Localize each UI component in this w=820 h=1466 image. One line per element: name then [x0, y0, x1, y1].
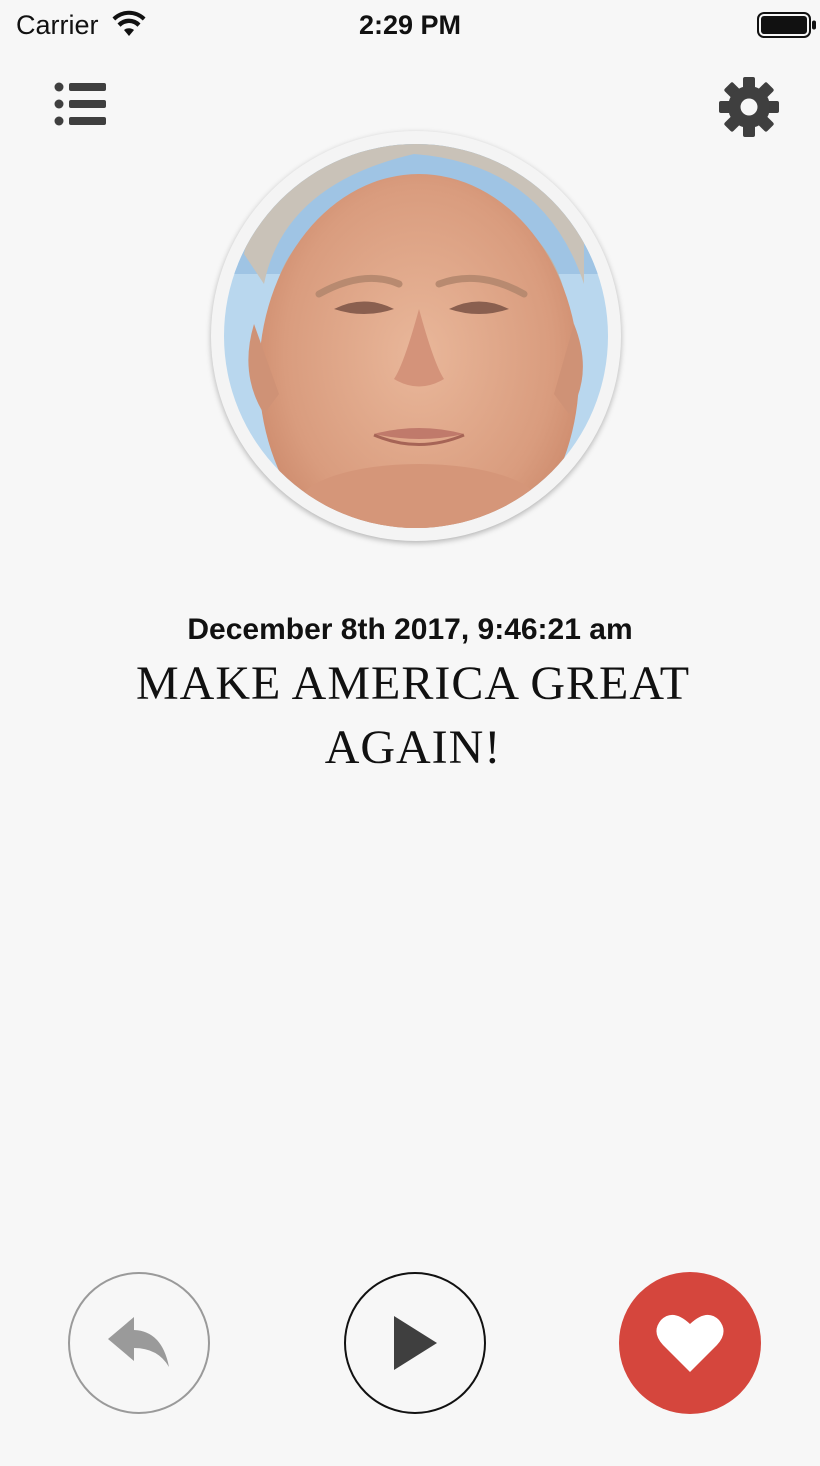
- profile-photo: [224, 144, 608, 528]
- play-icon: [394, 1316, 437, 1370]
- settings-button[interactable]: [716, 74, 782, 140]
- like-button[interactable]: [619, 1272, 761, 1414]
- battery-icon: [757, 12, 816, 38]
- menu-button[interactable]: [50, 78, 114, 130]
- gear-icon: [719, 77, 779, 137]
- heart-icon: [656, 1314, 724, 1372]
- list-icon: [54, 82, 106, 126]
- tweet-timestamp: December 8th 2017, 9:46:21 am: [187, 613, 633, 646]
- reply-arrow-icon: [108, 1317, 169, 1367]
- play-button[interactable]: [344, 1272, 486, 1414]
- status-time: 2:29 PM: [358, 10, 462, 40]
- reply-button[interactable]: [68, 1272, 210, 1414]
- tweet-text: MAKE AMERICA GREAT AGAIN!: [135, 657, 691, 774]
- status-bar: Carrier 2:29 PM: [0, 0, 820, 50]
- profile-avatar: [211, 131, 621, 541]
